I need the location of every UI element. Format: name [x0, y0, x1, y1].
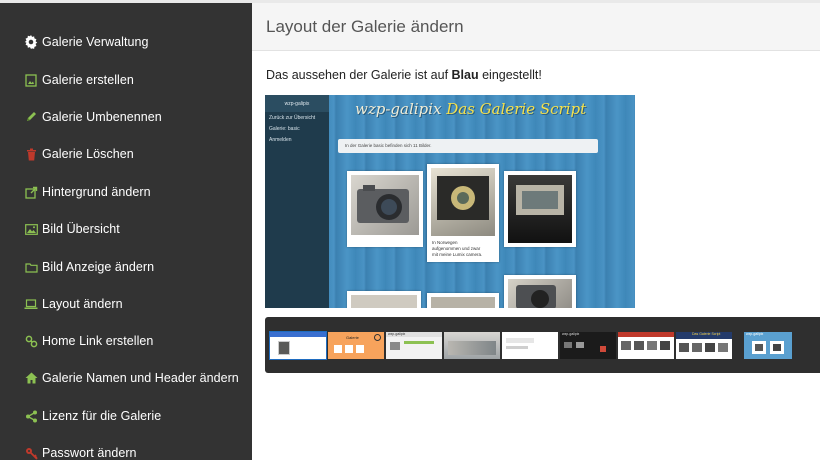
- preview-photo-card: [347, 291, 421, 308]
- sidebar-item-lizenz[interactable]: Lizenz für die Galerie: [23, 405, 161, 427]
- sidebar-item-home-link-erstellen[interactable]: Home Link erstellen: [23, 330, 153, 352]
- thumb-layout-photo[interactable]: [444, 332, 500, 359]
- preview-sidebar-title: wzp-galipix: [265, 95, 329, 112]
- sidebar-item-galerie-umbenennen[interactable]: Galerie Umbenennen: [23, 106, 162, 128]
- share-icon: [23, 408, 39, 424]
- layout-status-text: Das aussehen der Galerie ist auf Blau ei…: [266, 68, 542, 82]
- preview-photo-card: [347, 171, 423, 247]
- preview-photo-card: [504, 171, 576, 247]
- sidebar-item-label: Galerie Umbenennen: [42, 110, 162, 124]
- preview-sidebar: wzp-galipix Zurück zur Übersicht Galerie…: [265, 95, 329, 308]
- sidebar-item-galerie-erstellen[interactable]: Galerie erstellen: [23, 69, 134, 91]
- preview-alert: In der Galerie basic befinden sich 11 Bi…: [338, 139, 598, 153]
- preview-banner-left: wzp-galipix: [355, 100, 442, 118]
- link-icon: [23, 333, 39, 349]
- sidebar-item-label: Bild Anzeige ändern: [42, 260, 155, 274]
- preview-caption-line: mit meine Lumix camera.: [432, 252, 483, 257]
- thumb-layout-dark[interactable]: wzp-galipix: [560, 332, 616, 359]
- page-header: Layout der Galerie ändern: [252, 3, 820, 51]
- thumb-layout-white[interactable]: [269, 331, 327, 360]
- current-layout-value: Blau: [451, 68, 479, 82]
- sidebar-item-passwort-aendern[interactable]: Passwort ändern: [23, 442, 137, 460]
- thumb-layout-navy[interactable]: Das Galerie Script: [676, 332, 732, 359]
- preview-sidebar-link: Anmelden: [269, 137, 292, 143]
- status-suffix: eingestellt!: [478, 68, 542, 82]
- sidebar-item-galerie-namen-header[interactable]: Galerie Namen und Header ändern: [23, 367, 239, 389]
- thumb-label: Galerie: [346, 335, 359, 340]
- preview-sidebar-link: Galerie: basic: [269, 126, 300, 132]
- sidebar-item-label: Hintergrund ändern: [42, 185, 151, 199]
- trash-icon: [23, 146, 39, 162]
- sidebar-item-bild-anzeige-aendern[interactable]: Bild Anzeige ändern: [23, 256, 154, 278]
- sidebar-item-bild-uebersicht[interactable]: Bild Übersicht: [23, 218, 120, 240]
- sidebar-item-galerie-loeschen[interactable]: Galerie Löschen: [23, 143, 134, 165]
- page-title: Layout der Galerie ändern: [266, 17, 464, 36]
- gear-icon: [23, 34, 39, 50]
- home-icon: [23, 370, 39, 386]
- thumb-label: Das Galerie Script: [692, 332, 721, 336]
- picture-icon: [23, 221, 39, 237]
- layout-thumbnail-strip: Galerie wzp-galipix wzp-galipix Das Gale…: [265, 317, 820, 373]
- sidebar-item-label: Home Link erstellen: [42, 334, 154, 348]
- sidebar: Galerie Verwaltung Galerie erstellen Gal…: [0, 3, 252, 460]
- layout-preview-image: wzp-galipix Zurück zur Übersicht Galerie…: [265, 95, 635, 308]
- preview-sidebar-link: Zurück zur Übersicht: [269, 115, 316, 121]
- sidebar-item-label: Galerie Löschen: [42, 147, 134, 161]
- sidebar-item-label: Galerie Namen und Header ändern: [42, 371, 239, 385]
- preview-photo-card: In Norwegen aufgenommen und zwar mit mei…: [427, 164, 499, 262]
- thumb-layout-minimal[interactable]: [502, 332, 558, 359]
- preview-caption: In Norwegen aufgenommen und zwar mit mei…: [432, 240, 482, 258]
- preview-banner: wzp-galipix Das Galerie Script: [355, 100, 586, 118]
- thumb-layout-red[interactable]: [618, 332, 674, 359]
- sidebar-item-galerie-verwaltung[interactable]: Galerie Verwaltung: [23, 31, 149, 53]
- thumb-layout-orange[interactable]: Galerie: [328, 332, 384, 359]
- sidebar-item-hintergrund-aendern[interactable]: Hintergrund ändern: [23, 181, 151, 203]
- preview-banner-right: Das Galerie Script: [446, 100, 587, 118]
- sidebar-item-label: Lizenz für die Galerie: [42, 409, 162, 423]
- image-file-icon: [23, 72, 39, 88]
- laptop-icon: [23, 296, 39, 312]
- thumb-layout-light[interactable]: wzp-galipix: [386, 332, 442, 359]
- preview-photo-card: [504, 275, 576, 308]
- status-prefix: Das aussehen der Galerie ist auf: [266, 68, 452, 82]
- thumb-label: wzp-galipix: [562, 332, 580, 336]
- thumb-layout-blue[interactable]: wzp-galipix: [744, 332, 792, 359]
- sidebar-item-label: Bild Übersicht: [42, 222, 120, 236]
- sidebar-item-label: Passwort ändern: [42, 446, 137, 460]
- folder-icon: [23, 259, 39, 275]
- key-icon: [23, 445, 39, 460]
- external-edit-icon: [23, 184, 39, 200]
- sidebar-item-label: Galerie Verwaltung: [42, 35, 149, 49]
- pencil-icon: [23, 109, 39, 125]
- thumb-label: wzp-galipix: [388, 332, 406, 336]
- sidebar-item-layout-aendern[interactable]: Layout ändern: [23, 293, 123, 315]
- sidebar-item-label: Layout ändern: [42, 297, 123, 311]
- preview-photo-card: [427, 293, 499, 308]
- thumb-label: wzp-galipix: [746, 332, 764, 336]
- sidebar-item-label: Galerie erstellen: [42, 73, 134, 87]
